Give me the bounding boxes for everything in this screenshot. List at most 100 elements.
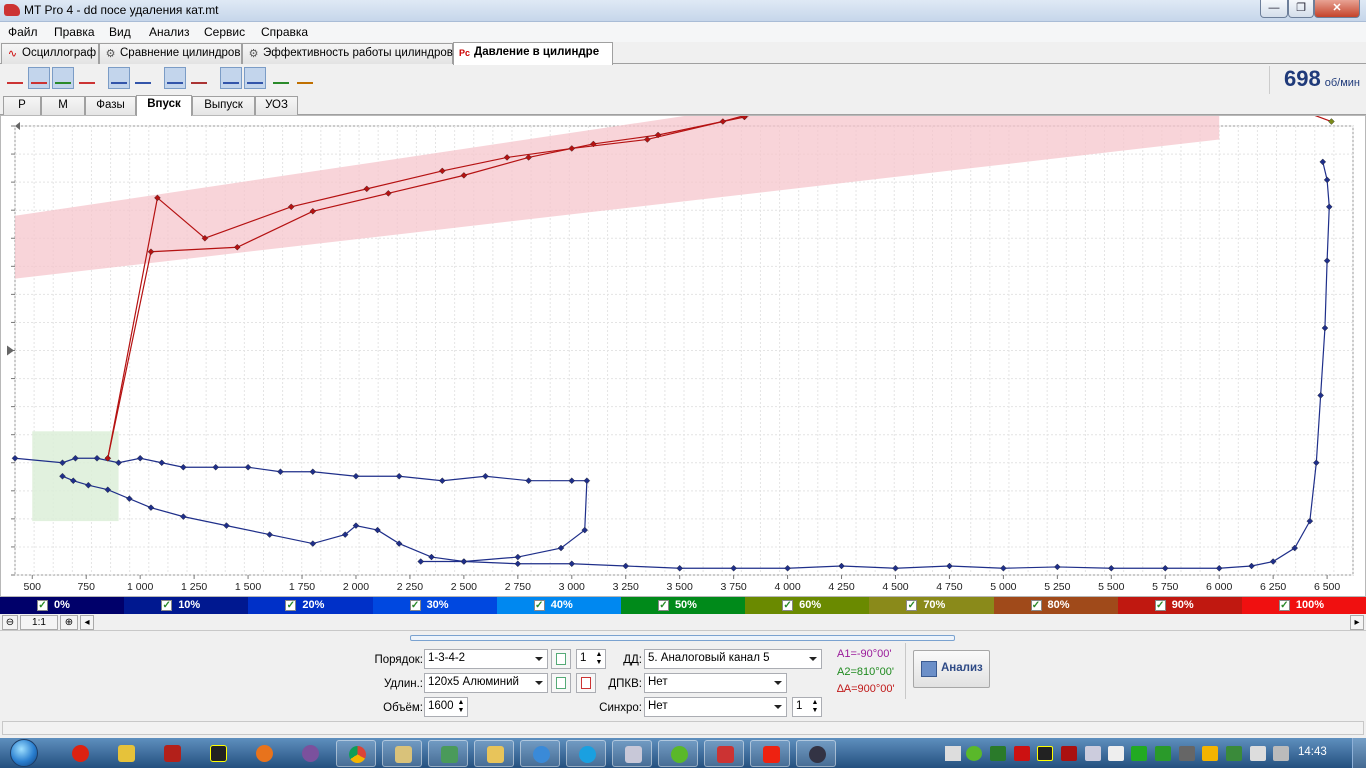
legend-item[interactable]: ✓ 20%	[248, 597, 373, 614]
menu-analysis[interactable]: Анализ	[149, 25, 190, 39]
volume-stepper[interactable]: 1600 ▲ ▼	[424, 697, 468, 717]
start-button[interactable]	[2, 738, 46, 768]
show-desktop-button[interactable]	[1352, 738, 1366, 768]
menu-service[interactable]: Сервис	[204, 25, 245, 39]
tray-batman-icon[interactable]	[1037, 746, 1053, 761]
tray-check-icon[interactable]	[1131, 746, 1147, 761]
menu-edit[interactable]: Правка	[54, 25, 95, 39]
tray-arrow-icon[interactable]	[945, 746, 961, 761]
marker-alt-icon[interactable]	[132, 67, 154, 89]
analyze-button[interactable]: Анализ	[913, 650, 990, 688]
tray-device-icon[interactable]	[1085, 746, 1101, 761]
skype-icon[interactable]	[566, 740, 606, 767]
subtab-m[interactable]: M	[41, 96, 85, 115]
checkbox-icon[interactable]: ✓	[1278, 600, 1290, 611]
pressure-sensor-select[interactable]: 5. Аналоговый канал 5	[644, 649, 822, 669]
scroll-right-icon[interactable]: ▸	[1350, 615, 1364, 630]
checkbox-icon[interactable]: ✓	[782, 600, 794, 611]
arrow-up-icon[interactable]: ▲	[457, 699, 465, 707]
filezilla-icon[interactable]	[152, 740, 192, 767]
tab-cylinder-compare[interactable]: ⚙ Сравнение цилиндров	[99, 43, 242, 64]
checkbox-icon[interactable]: ✓	[409, 600, 421, 611]
intake-chart[interactable]: 500 750 1 000 1 250 1 500 1 750 2 000 2 250 2 50…	[1, 116, 1365, 596]
sync-select[interactable]: Нет	[644, 697, 787, 717]
scroll-left-icon[interactable]: ◂	[80, 615, 94, 630]
export-icon[interactable]	[270, 67, 292, 89]
extension-select[interactable]: 120x5 Алюминий	[424, 673, 548, 693]
arrow-up-icon[interactable]: ▲	[811, 699, 819, 707]
chart-area[interactable]: 500 750 1 000 1 250 1 500 1 750 2 000 2 250 2 50…	[0, 115, 1366, 597]
legend-item[interactable]: ✓ 90%	[1117, 597, 1242, 614]
sync-stepper[interactable]: 1 ▲ ▼	[792, 697, 822, 717]
tray-na-icon[interactable]	[1108, 746, 1124, 761]
explorer-icon[interactable]	[474, 740, 514, 767]
app-icon[interactable]	[428, 740, 468, 767]
tray-b-icon[interactable]	[1014, 746, 1030, 761]
subtab-intake[interactable]: Впуск	[136, 95, 192, 116]
tray-app-icon[interactable]	[990, 746, 1006, 761]
subtab-p[interactable]: P	[3, 96, 41, 115]
pressure-graph-icon[interactable]	[52, 67, 74, 89]
panel-splitter[interactable]	[410, 635, 955, 641]
menu-help[interactable]: Справка	[261, 25, 308, 39]
arrow-down-icon[interactable]: ▼	[811, 707, 819, 715]
ie-icon[interactable]	[520, 740, 560, 767]
checkbox-icon[interactable]: ✓	[1030, 600, 1042, 611]
add-extension-button[interactable]	[551, 673, 571, 693]
menu-view[interactable]: Вид	[109, 25, 131, 39]
legend-item[interactable]: ✓ 100%	[1241, 597, 1366, 614]
tab-cylinder-pressure[interactable]: Pc Давление в цилиндре	[453, 42, 613, 65]
mitsubishi-icon[interactable]	[750, 740, 790, 767]
checkbox-icon[interactable]: ✓	[161, 600, 173, 611]
chrome-icon[interactable]	[336, 740, 376, 767]
checkbox-icon[interactable]: ✓	[533, 600, 545, 611]
checkbox-icon[interactable]: ✓	[1154, 600, 1166, 611]
scale-icon[interactable]	[28, 67, 50, 89]
target-icon[interactable]	[188, 67, 210, 89]
tray-lang-icon[interactable]	[1061, 746, 1077, 761]
zoom-out-icon[interactable]: ⊖	[2, 615, 18, 630]
zoom-ratio[interactable]: 1:1	[20, 615, 58, 630]
legend-item[interactable]: ✓ 30%	[372, 597, 497, 614]
magnet-icon[interactable]	[164, 67, 186, 89]
checkbox-icon[interactable]: ✓	[37, 600, 48, 611]
tray-drive-icon[interactable]	[1202, 746, 1218, 761]
firing-order-select[interactable]: 1-3-4-2	[424, 649, 548, 669]
menu-file[interactable]: Файл	[8, 25, 38, 39]
maximize-button[interactable]: ❐	[1288, 0, 1314, 18]
opera-icon[interactable]	[60, 740, 100, 767]
subtab-phases[interactable]: Фазы	[85, 96, 136, 115]
tray-network-icon[interactable]	[1155, 746, 1171, 761]
subtab-exhaust[interactable]: Выпуск	[192, 96, 255, 115]
checkbox-icon[interactable]: ✓	[906, 600, 918, 611]
legend-item[interactable]: ✓ 0%	[0, 597, 125, 614]
close-button[interactable]: ✕	[1314, 0, 1360, 18]
checkbox-icon[interactable]: ✓	[657, 600, 669, 611]
tray-torrent-icon[interactable]	[966, 746, 982, 761]
range-icon[interactable]	[220, 67, 242, 89]
legend-item[interactable]: ✓ 70%	[869, 597, 994, 614]
messenger-icon[interactable]	[106, 740, 146, 767]
tray-monitor-icon[interactable]	[1179, 746, 1195, 761]
checkbox-icon[interactable]: ✓	[285, 600, 297, 611]
pressure-curve-icon[interactable]	[76, 67, 98, 89]
legend-item[interactable]: ✓ 10%	[124, 597, 249, 614]
batman-icon[interactable]	[198, 740, 238, 767]
tab-cylinder-efficiency[interactable]: ⚙ Эффективность работы цилиндров	[242, 43, 453, 64]
media-icon[interactable]	[796, 740, 836, 767]
subtab-ignition[interactable]: УОЗ	[255, 96, 298, 115]
crank-sensor-select[interactable]: Нет	[644, 673, 787, 693]
tray-power-icon[interactable]	[1250, 746, 1266, 761]
tray-sync-icon[interactable]	[1226, 746, 1242, 761]
mtpro-icon[interactable]	[704, 740, 744, 767]
minimize-button[interactable]: —	[1260, 0, 1288, 18]
viber-icon[interactable]	[290, 740, 330, 767]
legend-item[interactable]: ✓ 60%	[745, 597, 870, 614]
tab-oscilloscope[interactable]: ∿ Осциллограф	[1, 43, 99, 64]
add-file-button[interactable]	[551, 649, 571, 669]
utorrent-icon[interactable]	[658, 740, 698, 767]
files-icon[interactable]	[382, 740, 422, 767]
range-alt-icon[interactable]	[244, 67, 266, 89]
calculator-icon[interactable]	[612, 740, 652, 767]
zero-line-icon[interactable]	[4, 67, 26, 89]
